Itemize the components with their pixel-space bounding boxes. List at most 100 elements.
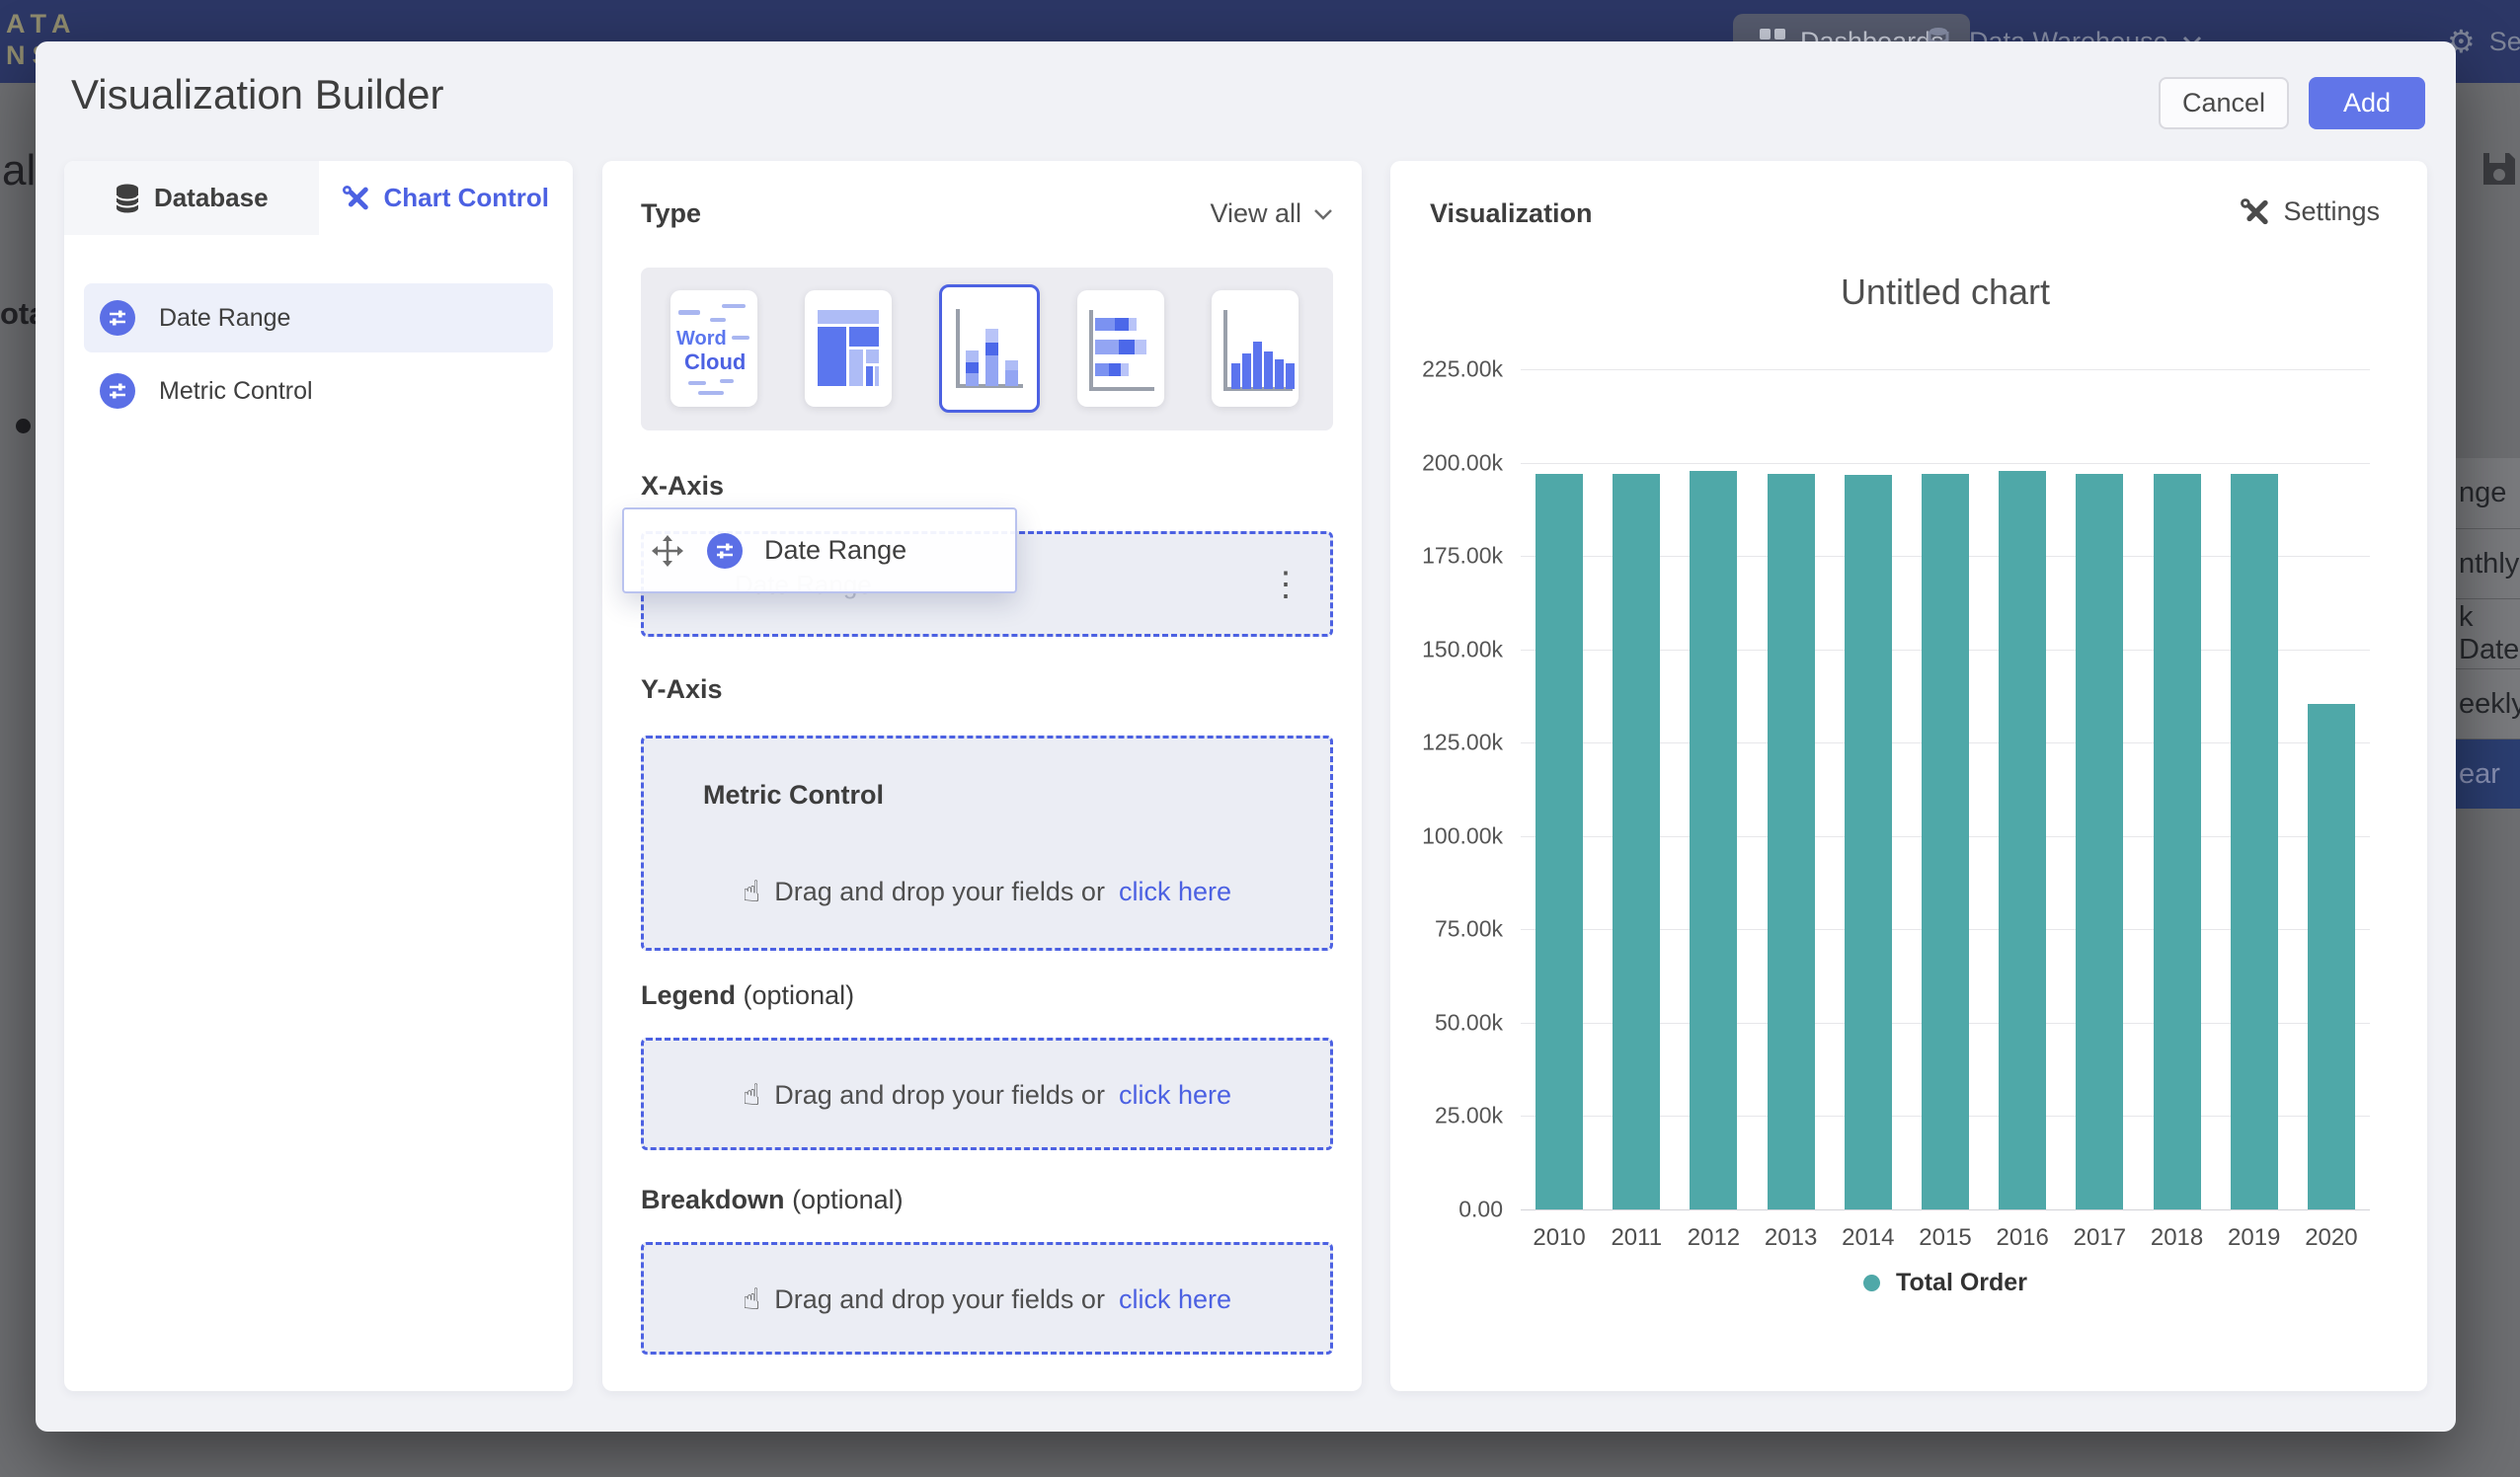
builder-panel: Type View all Word Cloud [602,161,1362,1391]
brand-line1: ATA [6,8,148,39]
gridline [1521,1209,2370,1210]
legend-dropzone[interactable]: ☝ Drag and drop your fields or click her… [641,1038,1333,1150]
tools-icon [342,185,369,212]
type-card-treemap[interactable] [805,290,892,407]
move-icon [650,533,685,569]
visualization-builder-modal: Visualization Builder Cancel Add Databas… [36,41,2456,1432]
tab-database-label: Database [154,183,269,213]
y-axis-tick-label: 25.00k [1435,1103,1503,1129]
bar-2020[interactable] [2308,704,2355,1209]
legend-heading: Legend (optional) [641,980,854,1011]
view-all-label: View all [1210,198,1301,229]
x-axis-tick-label: 2012 [1675,1224,1752,1252]
bar-2018[interactable] [2154,474,2201,1209]
field-item-metric-control[interactable]: Metric Control [84,356,553,426]
y-axis-tick-label: 225.00k [1422,356,1503,383]
background-text-fragment: al [2,146,36,195]
tab-database[interactable]: Database [64,161,319,235]
fields-tabs: Database Chart Control [64,161,573,235]
x-axis-dropzone[interactable]: Date Range ⋮ Date Range [641,531,1333,637]
chart-type-strip: Word Cloud [641,268,1333,430]
chevron-down-icon [1313,208,1333,220]
save-icon[interactable] [2479,148,2520,190]
x-axis-tick-label: 2011 [1598,1224,1675,1252]
drop-hint-text: Drag and drop your fields or [774,1080,1105,1111]
tab-chart-control-label: Chart Control [383,183,549,213]
drop-hint: ☝ Drag and drop your fields or click her… [644,1283,1330,1317]
y-axis-tick-label: 100.00k [1422,822,1503,849]
fields-panel: Database Chart Control Date [64,161,573,1391]
y-axis-tick-label: 75.00k [1435,916,1503,943]
drop-hint: ☝ Drag and drop your fields or click her… [644,875,1330,909]
control-icon [707,533,743,569]
nav-settings-label: Settings [2489,27,2520,57]
x-axis-tick-label: 2019 [2216,1224,2293,1252]
control-icon [100,300,135,336]
bar-2019[interactable] [2231,474,2278,1209]
bar-chart-plot: 225.00k200.00k175.00k150.00k125.00k100.0… [1521,369,2370,1209]
y-axis-tick-label: 0.00 [1458,1197,1503,1223]
view-all-dropdown[interactable]: View all [1210,198,1333,229]
cancel-button[interactable]: Cancel [2159,77,2289,129]
visualization-heading: Visualization [1430,198,1593,229]
gridline [1521,463,2370,464]
x-axis-tick-label: 2015 [1907,1224,1984,1252]
bar-2014[interactable] [1845,475,1892,1209]
modal-title: Visualization Builder [71,71,443,118]
dragged-field-date-range[interactable]: Date Range [622,507,1017,593]
x-axis-tick-label: 2016 [1984,1224,2061,1252]
background-bullet [16,419,31,433]
tools-icon [2240,197,2269,227]
x-axis-tick-label: 2014 [1830,1224,1907,1252]
type-card-histogram[interactable] [1212,290,1299,407]
bar-2010[interactable] [1536,474,1583,1209]
drop-hint-text: Drag and drop your fields or [774,1284,1105,1315]
bar-2017[interactable] [2076,474,2123,1209]
y-axis-dropzone[interactable]: Metric Control ☝ Drag and drop your fiel… [641,736,1333,951]
x-axis-tick-label: 2020 [2293,1224,2370,1252]
bar-2011[interactable] [1613,474,1660,1209]
x-axis-tick-label: 2013 [1753,1224,1830,1252]
type-card-word-cloud[interactable]: Word Cloud [670,290,757,407]
click-here-link[interactable]: click here [1119,877,1231,907]
type-card-stacked-column[interactable] [939,284,1040,413]
chart-title: Untitled chart [1521,272,2370,313]
kebab-menu-icon[interactable]: ⋮ [1269,568,1302,601]
bar-2016[interactable] [1999,471,2046,1209]
visualization-panel: Visualization Settings Untitled chart 22… [1390,161,2427,1391]
click-here-link[interactable]: click here [1119,1080,1231,1111]
y-axis-group-label: Metric Control [703,780,884,811]
dragged-field-label: Date Range [764,535,906,566]
add-button[interactable]: Add [2309,77,2425,129]
chart-settings-label: Settings [2283,196,2380,227]
control-icon [100,373,135,409]
chart-settings-button[interactable]: Settings [2240,196,2380,227]
field-item-label: Metric Control [159,377,313,406]
chart-legend: Total Order [1521,1269,2370,1297]
gridline [1521,369,2370,370]
nav-settings[interactable]: ⚙ Settings [2447,14,2520,69]
y-axis-tick-label: 200.00k [1422,449,1503,476]
word-cloud-word: Word [676,328,727,350]
x-axis-tick-label: 2018 [2138,1224,2215,1252]
x-axis-tick-label: 2010 [1521,1224,1598,1252]
type-card-stacked-bar[interactable] [1077,290,1164,407]
field-item-label: Date Range [159,304,290,333]
bar-2012[interactable] [1690,471,1737,1209]
drop-hint: ☝ Drag and drop your fields or click her… [644,1078,1330,1113]
bar-2015[interactable] [1922,474,1969,1209]
y-axis-tick-label: 50.00k [1435,1009,1503,1036]
tap-hand-icon: ☝ [743,875,760,909]
breakdown-dropzone[interactable]: ☝ Drag and drop your fields or click her… [641,1242,1333,1355]
database-icon [115,184,140,213]
tap-hand-icon: ☝ [743,1078,760,1113]
bar-2013[interactable] [1768,474,1815,1209]
breakdown-heading: Breakdown (optional) [641,1185,904,1215]
drop-hint-text: Drag and drop your fields or [774,877,1105,907]
y-axis-heading: Y-Axis [641,674,723,705]
y-axis-tick-label: 125.00k [1422,730,1503,756]
legend-label: Total Order [1896,1269,2027,1297]
tab-chart-control[interactable]: Chart Control [319,161,574,235]
click-here-link[interactable]: click here [1119,1284,1231,1315]
field-item-date-range[interactable]: Date Range [84,283,553,352]
